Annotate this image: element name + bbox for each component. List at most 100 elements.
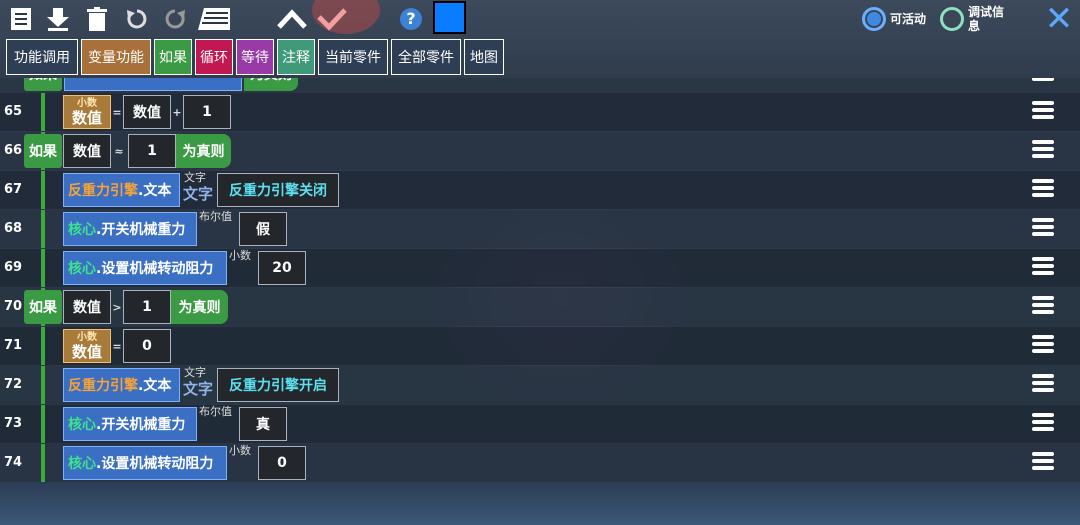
number-input[interactable]: 0 bbox=[123, 329, 171, 363]
method-name: .开关机械重力 bbox=[96, 417, 186, 433]
if-block[interactable]: 如果 bbox=[24, 290, 62, 324]
color-swatch[interactable] bbox=[433, 1, 466, 34]
line-number: 65 bbox=[4, 104, 23, 119]
drag-handle-icon[interactable] bbox=[1032, 218, 1054, 240]
line-number: 64 bbox=[4, 78, 22, 93]
function-call-block[interactable]: 反重力引擎 .文本 bbox=[63, 368, 180, 402]
code-row[interactable]: 70 如果 数值 > 1 为真则 bbox=[0, 288, 1080, 326]
then-block: 为真则 bbox=[244, 78, 298, 91]
debug-toggle[interactable]: 调试信息 bbox=[940, 4, 1014, 34]
condition-call-block[interactable] bbox=[64, 78, 242, 91]
active-toggle-radio-icon bbox=[862, 7, 886, 31]
category-tabs: 功能调用 变量功能 如果 循环 等待 注释 当前零件 全部零件 地图 bbox=[6, 39, 504, 77]
tab-if[interactable]: 如果 bbox=[154, 39, 192, 75]
tab-comment[interactable]: 注释 bbox=[277, 39, 315, 75]
line-number: 71 bbox=[4, 338, 23, 353]
drag-handle-icon[interactable] bbox=[1032, 257, 1054, 279]
plus-operator: + bbox=[172, 105, 182, 119]
param-type-big: 文字 bbox=[183, 185, 214, 203]
keyboard-icon[interactable] bbox=[196, 6, 232, 32]
variable-ref-input[interactable]: 数值 bbox=[63, 290, 111, 324]
code-row[interactable]: 73 核心 .开关机械重力 布尔值 真 bbox=[0, 405, 1080, 443]
code-row[interactable]: 72 反重力引擎 .文本 文字 文字 反重力引擎开启 bbox=[0, 366, 1080, 404]
code-row[interactable]: 68 核心 .开关机械重力 布尔值 假 bbox=[0, 210, 1080, 248]
method-name: .文本 bbox=[138, 378, 172, 394]
variable-ref-input[interactable]: 数值 bbox=[123, 95, 171, 129]
tab-all-parts[interactable]: 全部零件 bbox=[391, 39, 461, 75]
tab-wait[interactable]: 等待 bbox=[236, 39, 274, 75]
number-input[interactable]: 1 bbox=[183, 95, 231, 129]
boolean-input[interactable]: 假 bbox=[239, 212, 287, 246]
drag-handle-icon[interactable] bbox=[1032, 413, 1054, 435]
drag-handle-icon[interactable] bbox=[1032, 140, 1054, 162]
object-name: 核心 bbox=[68, 417, 96, 433]
function-call-block[interactable]: 核心 .开关机械重力 bbox=[63, 407, 197, 441]
number-input[interactable]: 1 bbox=[123, 290, 171, 324]
drag-handle-icon[interactable] bbox=[1032, 179, 1054, 201]
number-input[interactable]: 1 bbox=[128, 134, 176, 168]
tab-map[interactable]: 地图 bbox=[464, 39, 504, 75]
code-row[interactable]: 71 小数 数值 = 0 bbox=[0, 327, 1080, 365]
variable-name: 数值 bbox=[71, 342, 102, 361]
drag-handle-icon[interactable] bbox=[1032, 296, 1054, 318]
line-number: 69 bbox=[4, 260, 23, 275]
code-row[interactable]: 65 小数 数值 = 数值 + 1 bbox=[0, 93, 1080, 131]
if-block[interactable]: 如果 bbox=[24, 134, 62, 168]
number-input[interactable]: 0 bbox=[258, 446, 306, 480]
confirm-check-icon[interactable] bbox=[316, 6, 348, 32]
drag-handle-icon[interactable] bbox=[1032, 101, 1054, 123]
line-number: 67 bbox=[4, 182, 23, 197]
top-toolbar: ? 可活动 调试信息 ✕ bbox=[0, 0, 1080, 38]
if-block[interactable]: 如果 bbox=[24, 78, 62, 91]
object-name: 核心 bbox=[68, 456, 96, 472]
download-icon[interactable] bbox=[45, 6, 71, 32]
help-button[interactable]: ? bbox=[400, 8, 422, 30]
if-spine bbox=[41, 327, 45, 365]
line-number: 70 bbox=[4, 299, 23, 314]
method-name: .设置机械转动阻力 bbox=[96, 261, 214, 277]
variable-ref-input[interactable]: 数值 bbox=[63, 134, 111, 168]
drag-handle-icon[interactable] bbox=[1032, 335, 1054, 357]
function-call-block[interactable]: 核心 .设置机械转动阻力 bbox=[63, 251, 227, 285]
code-row[interactable]: 74 核心 .设置机械转动阻力 小数 0 bbox=[0, 444, 1080, 482]
boolean-input[interactable]: 真 bbox=[239, 407, 287, 441]
variable-type: 小数 bbox=[77, 331, 97, 343]
code-row[interactable]: 69 核心 .设置机械转动阻力 小数 20 bbox=[0, 249, 1080, 287]
function-call-block[interactable]: 反重力引擎 .文本 bbox=[63, 173, 180, 207]
text-input[interactable]: 反重力引擎开启 bbox=[217, 368, 339, 402]
number-input[interactable]: 20 bbox=[258, 251, 306, 285]
drag-handle-icon[interactable] bbox=[1032, 452, 1054, 474]
variable-name: 数值 bbox=[71, 108, 102, 127]
function-call-block[interactable]: 核心 .设置机械转动阻力 bbox=[63, 446, 227, 480]
undo-icon[interactable] bbox=[124, 6, 150, 32]
code-row[interactable]: 67 反重力引擎 .文本 文字 文字 反重力引擎关闭 bbox=[0, 171, 1080, 209]
variable-block[interactable]: 小数 数值 bbox=[63, 95, 111, 129]
code-row[interactable]: 64 如果 为真则 bbox=[0, 78, 1080, 93]
bottom-bar bbox=[0, 482, 1080, 525]
line-number: 73 bbox=[4, 416, 23, 431]
tab-function-call[interactable]: 功能调用 bbox=[6, 39, 78, 75]
tab-loop[interactable]: 循环 bbox=[195, 39, 233, 75]
active-toggle[interactable]: 可活动 bbox=[862, 4, 926, 34]
method-name: .设置机械转动阻力 bbox=[96, 456, 214, 472]
list-icon[interactable] bbox=[8, 6, 34, 32]
line-number: 66 bbox=[4, 143, 23, 158]
object-name: 反重力引擎 bbox=[68, 378, 138, 394]
redo-icon[interactable] bbox=[162, 6, 188, 32]
close-button[interactable]: ✕ bbox=[1042, 2, 1076, 36]
drag-handle-icon[interactable] bbox=[1032, 374, 1054, 396]
active-toggle-label: 可活动 bbox=[890, 12, 927, 26]
then-block: 为真则 bbox=[171, 290, 228, 324]
tab-variable[interactable]: 变量功能 bbox=[81, 39, 151, 75]
function-call-block[interactable]: 核心 .开关机械重力 bbox=[63, 212, 197, 246]
text-input[interactable]: 反重力引擎关闭 bbox=[217, 173, 339, 207]
trash-icon[interactable] bbox=[84, 6, 110, 32]
code-editor[interactable]: 64 如果 为真则 65 小数 数值 = 数值 + 1 66 如果 数值 ≈ 1… bbox=[0, 78, 1080, 482]
code-row[interactable]: 66 如果 数值 ≈ 1 为真则 bbox=[0, 132, 1080, 170]
variable-block[interactable]: 小数 数值 bbox=[63, 329, 111, 363]
param-type-label: 小数 bbox=[229, 249, 251, 262]
if-spine bbox=[41, 171, 45, 209]
tab-current-part[interactable]: 当前零件 bbox=[318, 39, 388, 75]
collapse-up-icon[interactable] bbox=[276, 6, 308, 32]
drag-handle-icon[interactable] bbox=[1032, 78, 1054, 85]
